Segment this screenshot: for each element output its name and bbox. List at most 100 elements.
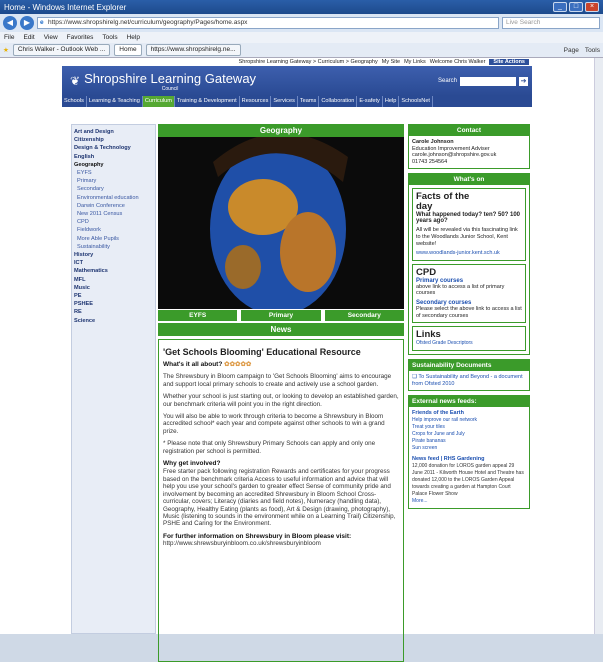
tools-menu[interactable]: Tools — [585, 47, 600, 54]
right-column: Contact Carole Johnson Education Improvem… — [408, 124, 530, 513]
left-nav: Art and Design Citizenship Design & Techno… — [71, 124, 156, 634]
left-nav-item[interactable]: Science — [74, 317, 153, 325]
article-p2: Whether your school is just starting out… — [163, 393, 399, 408]
menu-tools[interactable]: Tools — [102, 34, 117, 41]
nav-help[interactable]: Help — [383, 96, 400, 107]
article-link[interactable]: http://www.shrewsburyinbloom.co.uk/shrew… — [163, 540, 399, 547]
nav-resources[interactable]: Resources — [240, 96, 272, 107]
rhs-heading[interactable]: News feed | RHS Gardening — [412, 456, 526, 463]
left-nav-item[interactable]: Environmental education — [74, 194, 153, 202]
facts-link[interactable]: www.woodlands-junior.kent.sch.uk — [416, 250, 522, 257]
article-p1: The Shrewsbury in Bloom campaign to 'Get… — [163, 373, 392, 388]
page-menu[interactable]: Page — [564, 47, 579, 54]
left-nav-item[interactable]: MFL — [74, 276, 153, 284]
article-involved: Why get involved? — [163, 460, 221, 468]
left-nav-item[interactable]: Art and Design — [74, 128, 153, 136]
menu-help[interactable]: Help — [127, 34, 140, 41]
left-nav-item[interactable]: English — [74, 153, 153, 161]
scrollbar[interactable] — [594, 58, 603, 634]
minimize-button[interactable]: _ — [553, 2, 567, 12]
earth-face-image — [158, 137, 404, 309]
global-nav: Schools Learning & Teaching Curriculum T… — [62, 96, 532, 107]
left-nav-item[interactable]: Geography — [74, 161, 153, 169]
top-links: Shropshire Learning Gateway > Curriculum… — [62, 58, 532, 66]
left-nav-item[interactable]: Sustainability — [74, 243, 153, 251]
left-nav-item[interactable]: Darwin Conference — [74, 202, 153, 210]
left-nav-item[interactable]: PSHEE — [74, 300, 153, 308]
breadcrumb[interactable]: Shropshire Learning Gateway > Curriculum… — [239, 59, 378, 65]
sustain-doc-link[interactable]: To Sustainability and Beyond - a documen… — [412, 374, 523, 387]
left-nav-item[interactable]: Fieldwork — [74, 226, 153, 234]
tab-home[interactable]: Home — [114, 44, 142, 56]
search-input[interactable]: Live Search — [502, 17, 600, 29]
welcome-user[interactable]: Welcome Chris Walker — [430, 59, 486, 65]
left-nav-item[interactable]: EYFS — [74, 169, 153, 177]
window-title: Home - Windows Internet Explorer — [4, 2, 127, 12]
left-nav-item[interactable]: PE — [74, 292, 153, 300]
search-go-icon[interactable]: ➔ — [519, 76, 528, 86]
left-nav-item[interactable]: CPD — [74, 218, 153, 226]
nav-schoolsnet[interactable]: SchoolsNet — [399, 96, 433, 107]
left-nav-item[interactable]: More Able Pupils — [74, 235, 153, 243]
menu-file[interactable]: File — [4, 34, 14, 41]
tab-primary[interactable]: Primary — [241, 310, 321, 321]
whatson-heading: What's on — [409, 174, 529, 186]
left-nav-item[interactable]: Citizenship — [74, 136, 153, 144]
close-button[interactable]: × — [585, 2, 599, 12]
tab-eyfs[interactable]: EYFS — [158, 310, 238, 321]
menu-view[interactable]: View — [44, 34, 58, 41]
site-logo[interactable]: Shropshire Learning Gateway Council — [84, 71, 256, 92]
tab-shropshire[interactable]: https://www.shropshirelg.ne... — [145, 44, 241, 56]
nav-curriculum[interactable]: Curriculum — [142, 96, 175, 107]
left-nav-item[interactable]: History — [74, 251, 153, 259]
my-site-link[interactable]: My Site — [382, 59, 400, 65]
site-actions-button[interactable]: Site Actions — [489, 59, 529, 65]
left-nav-item[interactable]: Mathematics — [74, 267, 153, 275]
menu-bar: File Edit View Favorites Tools Help — [0, 32, 603, 43]
forward-button[interactable]: ▶ — [20, 16, 34, 30]
tab-secondary[interactable]: Secondary — [324, 310, 404, 321]
cpd-title: CPD — [416, 266, 437, 278]
menu-favorites[interactable]: Favorites — [67, 34, 94, 41]
left-nav-item[interactable]: Music — [74, 284, 153, 292]
hero-image — [158, 137, 404, 309]
left-nav-item[interactable]: Primary — [74, 177, 153, 185]
menu-edit[interactable]: Edit — [23, 34, 34, 41]
contact-name: Carole Johnson — [412, 139, 454, 145]
nav-schools[interactable]: Schools — [62, 96, 87, 107]
article-p4: * Please note that only Shrewsbury Prima… — [163, 440, 376, 455]
left-nav-item[interactable]: Secondary — [74, 185, 153, 193]
external-feeds-heading: External news feeds: — [409, 396, 529, 408]
tab-outlook[interactable]: Chris Walker - Outlook Web ... — [12, 44, 111, 56]
maximize-button[interactable]: □ — [569, 2, 583, 12]
ofsted-link[interactable]: Ofsted Grade Descriptors — [416, 340, 522, 347]
page-viewport: Shropshire Learning Gateway > Curriculum… — [0, 58, 603, 662]
tab-bar: ★ Chris Walker - Outlook Web ... Home ht… — [0, 43, 603, 58]
document-icon: ❏ — [412, 374, 417, 381]
article-headline: 'Get Schools Blooming' Educational Resou… — [163, 347, 361, 357]
nav-teams[interactable]: Teams — [298, 96, 320, 107]
article-about: What's it all about? ✿✿✿✿✿ — [163, 361, 252, 368]
left-nav-item[interactable]: RE — [74, 308, 153, 316]
site-search-input[interactable] — [460, 76, 516, 86]
nav-esafety[interactable]: E-safety — [357, 96, 383, 107]
favorites-star-icon[interactable]: ★ — [3, 46, 9, 54]
address-bar: ◀ ▶ https://www.shropshirelg.net/curricu… — [0, 14, 603, 32]
sustain-heading: Sustainability Documents — [409, 360, 529, 372]
links-title: Links — [416, 329, 441, 341]
page-title: Geography — [158, 124, 404, 137]
nav-training[interactable]: Training & Development — [175, 96, 240, 107]
foe-heading[interactable]: Friends of the Earth — [412, 410, 464, 416]
left-nav-item[interactable]: Design & Technology — [74, 144, 153, 152]
nav-services[interactable]: Services — [271, 96, 298, 107]
my-links-link[interactable]: My Links — [404, 59, 426, 65]
nav-learning[interactable]: Learning & Teaching — [87, 96, 143, 107]
news-heading: News — [158, 323, 404, 336]
url-field[interactable]: https://www.shropshirelg.net/curriculum/… — [37, 17, 499, 29]
contact-email[interactable]: carole.johnson@shropshire.gov.uk — [412, 152, 496, 158]
facts-title: Facts of the day — [416, 191, 470, 213]
nav-collaboration[interactable]: Collaboration — [319, 96, 358, 107]
left-nav-item[interactable]: New 2011 Census — [74, 210, 153, 218]
left-nav-item[interactable]: ICT — [74, 259, 153, 267]
back-button[interactable]: ◀ — [3, 16, 17, 30]
